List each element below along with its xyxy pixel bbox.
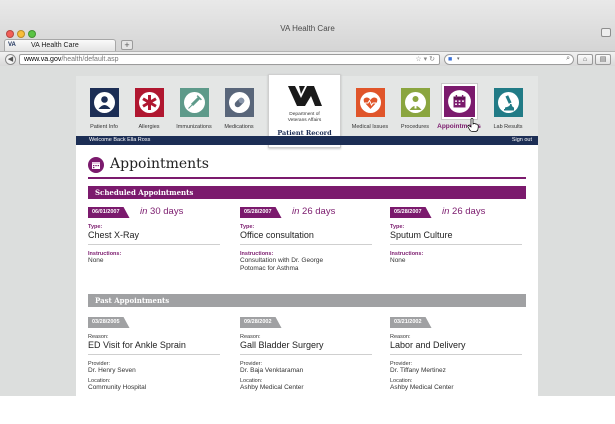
new-tab-button[interactable]: + — [121, 40, 133, 50]
hand-cursor-icon — [467, 118, 479, 132]
bookmark-star-icon[interactable]: ☆ — [415, 56, 421, 63]
appointments-title-icon — [88, 157, 104, 173]
provider-value: Dr. Tiffany Mertinez — [390, 367, 446, 374]
window-title: VA Health Care — [280, 24, 335, 33]
instructions-value: Consultation with Dr. George — [240, 257, 324, 264]
search-engine-dropdown-icon[interactable]: ▾ — [457, 56, 460, 62]
page-title: Appointments — [110, 156, 209, 172]
location-value: Ashby Medical Center — [390, 383, 454, 391]
nav-medical-issues[interactable]: Medical Issues — [348, 88, 392, 130]
url-path: /health/default.asp — [61, 56, 119, 63]
home-button[interactable]: ⌂ — [577, 54, 593, 65]
welcome-bar: Welcome Back Ella Ross Sign out — [76, 136, 538, 145]
microscope-icon — [497, 92, 519, 113]
past-appointments-heading: Past Appointments — [88, 294, 526, 307]
browser-chrome: VA Health Care VA VA Health Care + ◀ www… — [0, 0, 615, 66]
instructions-value: None — [390, 257, 406, 264]
welcome-text: Welcome Back Ella Ross — [89, 137, 151, 143]
tab-label: VA Health Care — [31, 42, 79, 49]
heart-icon — [359, 92, 381, 113]
scheduled-appointment[interactable]: 06/01/2007 in 30 days Type: Chest X-Ray … — [88, 206, 220, 265]
medical-star-icon — [138, 92, 160, 113]
nav-label: Medical Issues — [351, 124, 389, 130]
title-divider — [88, 177, 526, 179]
va-favicon-icon: VA — [8, 42, 16, 48]
days-until: 26 days — [302, 206, 336, 217]
nav-patient-info[interactable]: Patient Info — [82, 88, 126, 130]
dropdown-arrow-icon[interactable]: ▾ — [424, 56, 428, 63]
person-icon — [93, 92, 115, 113]
appointment-type: Chest X-Ray — [88, 230, 220, 245]
window-bottom — [0, 396, 615, 424]
nav-allergies[interactable]: Allergies — [127, 88, 171, 130]
nav-lab-results[interactable]: Lab Results — [486, 88, 530, 130]
past-appointment[interactable]: 03/21/2002 Reason: Labor and Delivery Pr… — [390, 317, 522, 391]
doctor-icon — [404, 92, 426, 113]
in-word: in — [442, 206, 450, 217]
google-search-icon[interactable]: ■ — [448, 56, 457, 63]
reason-value: ED Visit for Ankle Sprain — [88, 340, 220, 355]
search-magnifier-icon[interactable]: ⌕ — [566, 55, 570, 63]
reload-icon[interactable]: ↻ — [429, 56, 435, 63]
pill-icon — [228, 92, 250, 113]
nav-label: Lab Results — [493, 124, 523, 130]
in-word: in — [292, 206, 300, 217]
dept-line-2: Veterans Affairs — [287, 117, 322, 123]
nav-label: Medications — [224, 124, 254, 130]
browser-menu-button[interactable]: ▤ — [595, 54, 611, 65]
nav-procedures[interactable]: Procedures — [393, 88, 437, 130]
nav-label: Patient Info — [90, 124, 118, 130]
days-until: 26 days — [452, 206, 486, 217]
appointment-type: Sputum Culture — [390, 230, 522, 245]
date-tag: 09/28/2002 — [240, 317, 282, 328]
va-site: Patient Info Allergies Immunizations Med… — [76, 74, 538, 396]
date-tag: 03/21/2002 — [390, 317, 432, 328]
scheduled-appointments-heading: Scheduled Appointments — [88, 186, 526, 199]
back-button[interactable]: ◀ — [5, 54, 16, 65]
instructions-value: None — [88, 257, 104, 264]
address-bar[interactable]: www.va.gov/health/default.asp ☆ ▾ ↻ — [19, 54, 440, 65]
provider-value: Dr. Baja Venktaraman — [240, 367, 304, 374]
sign-out-link[interactable]: Sign out — [512, 137, 532, 143]
appointment-type: Office consultation — [240, 230, 372, 245]
instructions-value-2: Potomac for Asthma — [240, 264, 299, 272]
search-input[interactable]: ■ ▾ ⌕ — [444, 54, 574, 65]
nav-label: Immunizations — [176, 124, 212, 130]
site-header: Patient Info Allergies Immunizations Med… — [76, 74, 538, 148]
reason-value: Gall Bladder Surgery — [240, 340, 372, 355]
date-tag: 06/01/2007 — [88, 207, 130, 218]
past-appointment[interactable]: 03/28/2005 Reason: ED Visit for Ankle Sp… — [88, 317, 220, 391]
syringe-icon — [183, 92, 205, 113]
date-tag: 05/28/2007 — [390, 207, 432, 218]
nav-label: Allergies — [138, 124, 160, 130]
calendar-icon — [447, 90, 471, 113]
nav-immunizations[interactable]: Immunizations — [172, 88, 216, 130]
scheduled-appointment[interactable]: 05/28/2007 in 26 days Type: Office consu… — [240, 206, 372, 272]
fullscreen-button[interactable] — [601, 28, 611, 37]
page-viewport: Patient Info Allergies Immunizations Med… — [0, 66, 615, 396]
browser-tab[interactable]: VA VA Health Care — [4, 39, 116, 51]
nav-label: Procedures — [400, 124, 430, 130]
url-domain: www.va.gov — [24, 56, 62, 63]
past-appointment[interactable]: 09/28/2002 Reason: Gall Bladder Surgery … — [240, 317, 372, 391]
days-until: 30 days — [150, 206, 184, 217]
tab-bar: VA VA Health Care + — [0, 39, 615, 51]
location-value: Ashby Medical Center — [240, 383, 304, 391]
nav-medications[interactable]: Medications — [217, 88, 261, 130]
in-word: in — [140, 206, 148, 217]
navigation-bar: ◀ www.va.gov/health/default.asp ☆ ▾ ↻ ■ … — [0, 51, 615, 66]
location-value: Community Hospital — [88, 383, 147, 391]
date-tag: 03/28/2005 — [88, 317, 130, 328]
va-logo-icon — [287, 86, 322, 106]
reason-value: Labor and Delivery — [390, 340, 522, 355]
scheduled-appointment[interactable]: 05/28/2007 in 26 days Type: Sputum Cultu… — [390, 206, 522, 265]
date-tag: 05/28/2007 — [240, 207, 282, 218]
provider-value: Dr. Henry Seven — [88, 367, 136, 374]
